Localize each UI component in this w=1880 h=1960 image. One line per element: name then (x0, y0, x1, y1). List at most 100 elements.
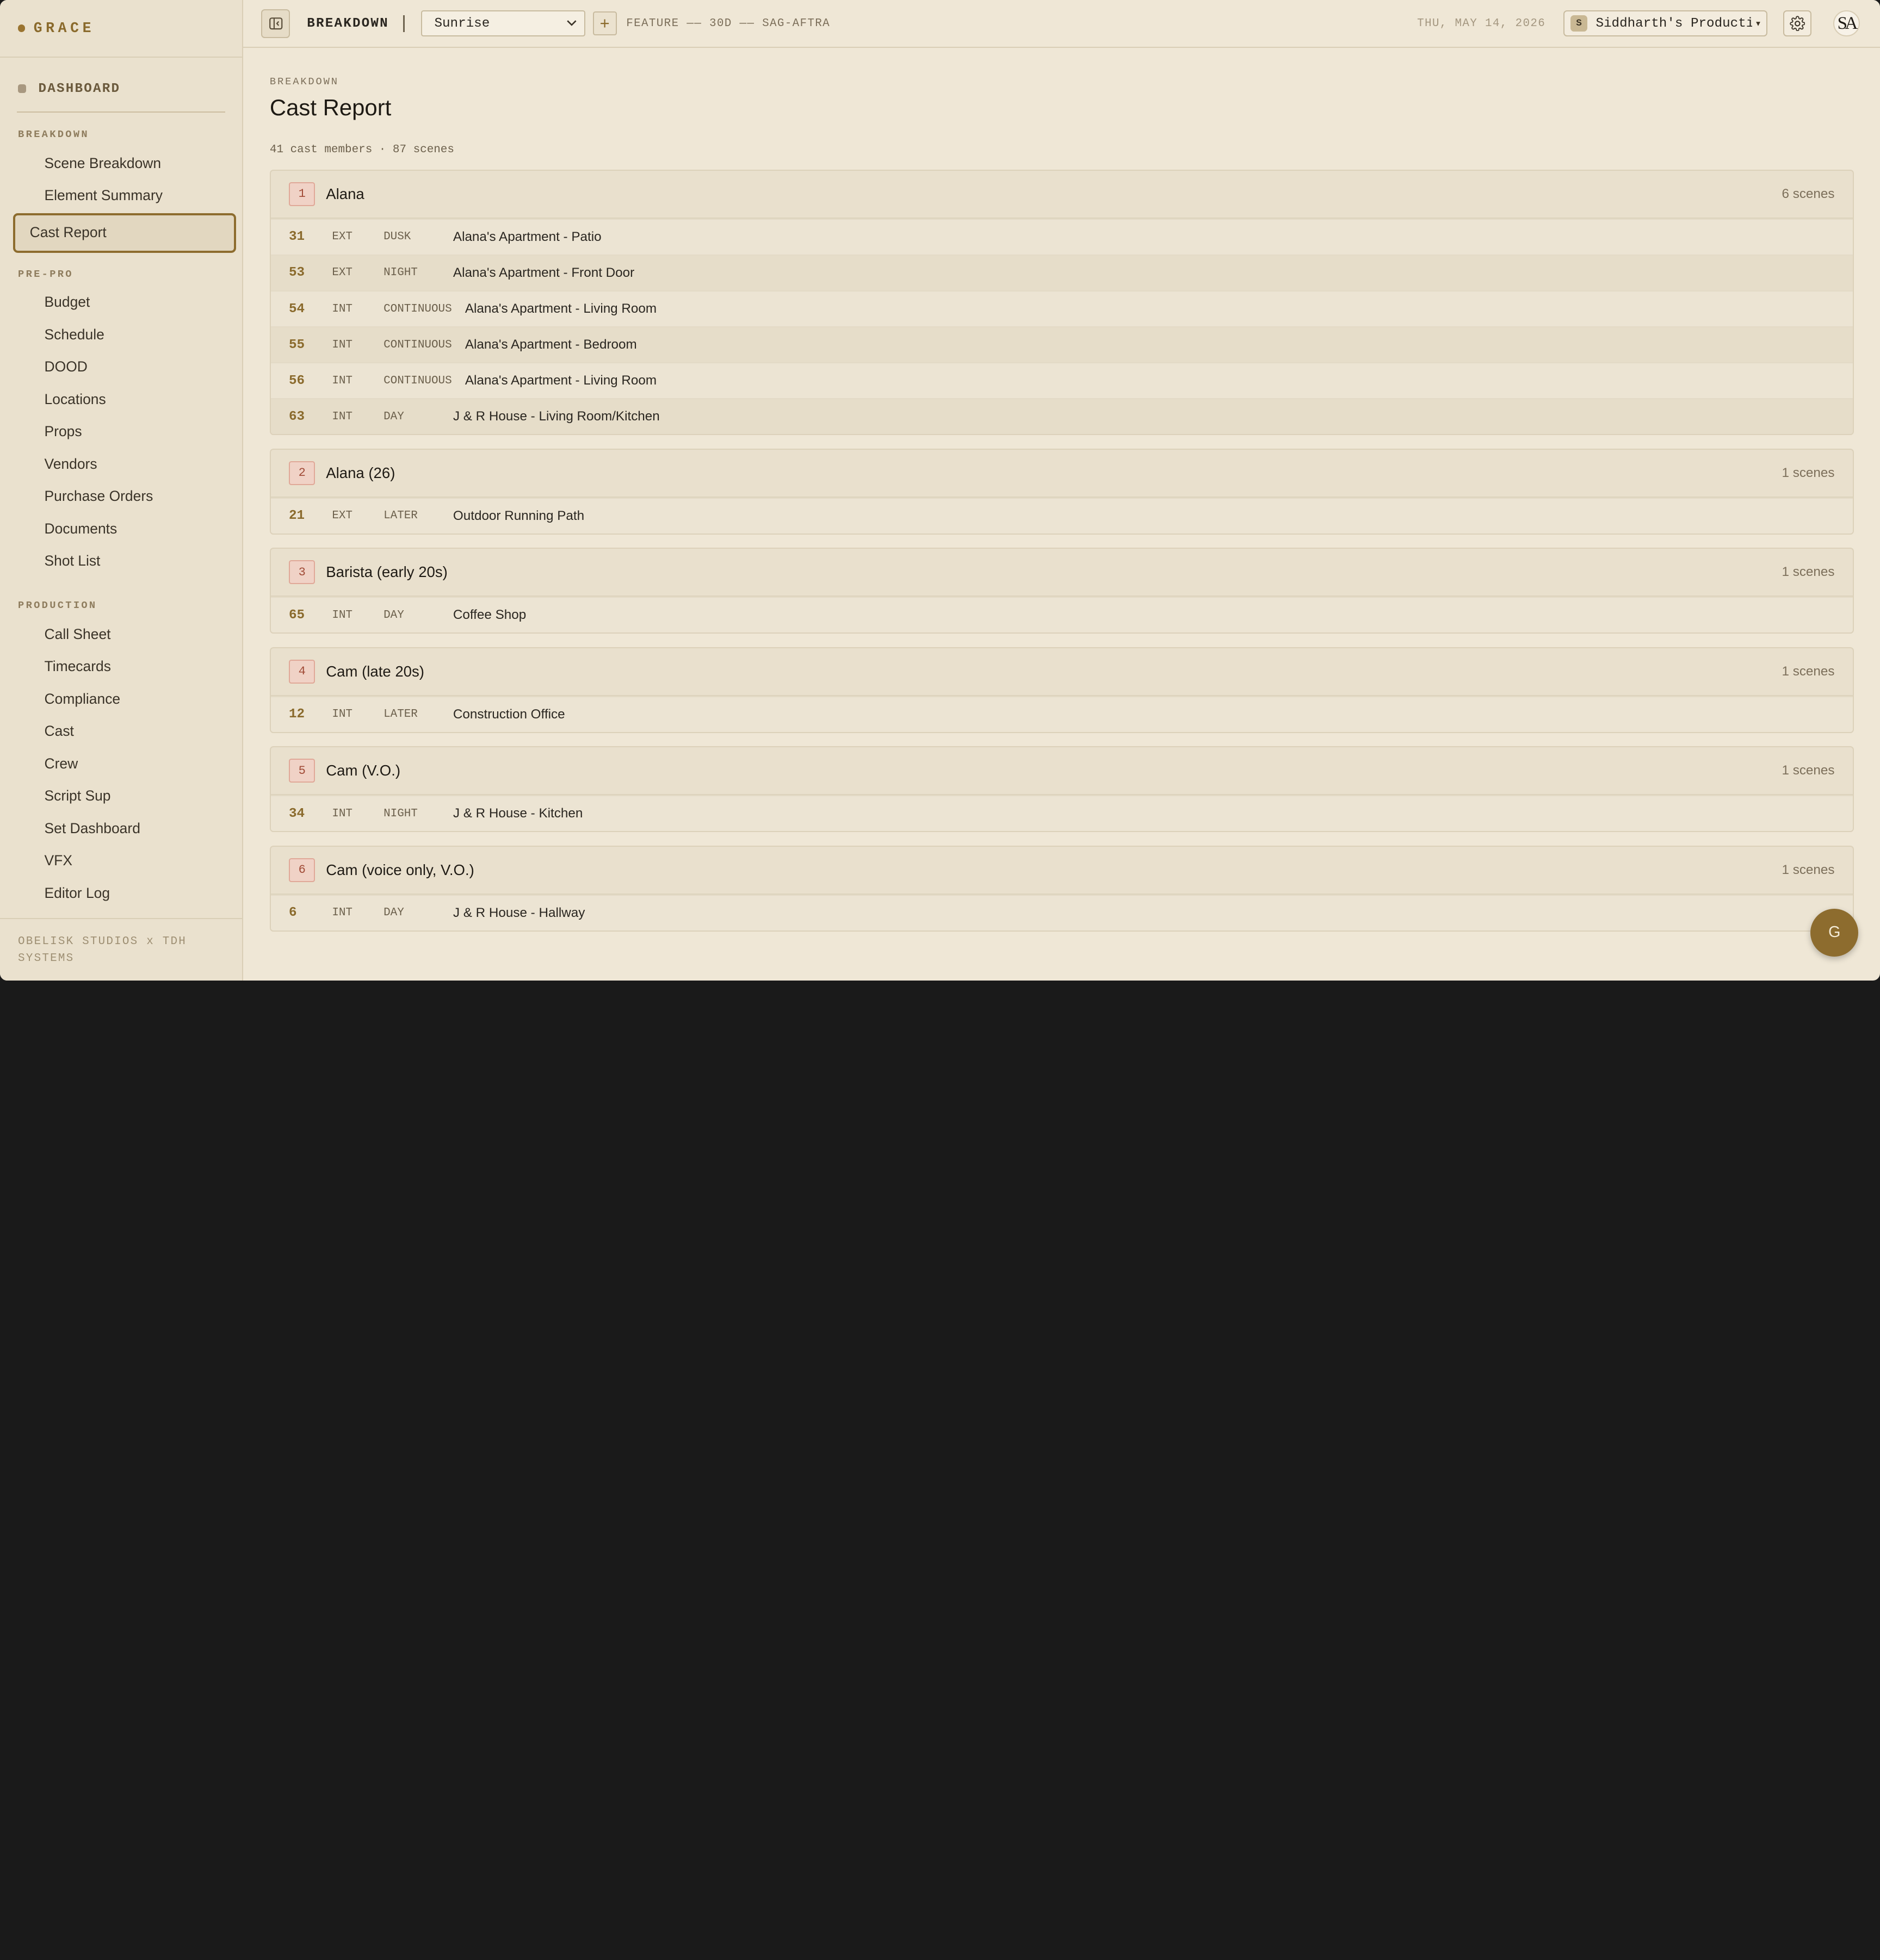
sidebar-item-crew[interactable]: Crew (14, 748, 236, 780)
scene-location: Coffee Shop (453, 607, 527, 623)
title-divider (403, 15, 405, 32)
settings-button[interactable] (1783, 10, 1812, 37)
sidebar-item-script-sup[interactable]: Script Sup (14, 780, 236, 812)
sidebar-item-compliance[interactable]: Compliance (14, 683, 236, 716)
scene-location: Outdoor Running Path (453, 508, 585, 523)
current-date: THU, MAY 14, 2026 (1417, 17, 1546, 30)
scene-count: 1 scenes (1782, 763, 1835, 778)
cast-name: Alana (326, 185, 364, 202)
cast-name: Barista (early 20s) (326, 563, 448, 581)
sidebar-item-call-sheet[interactable]: Call Sheet (14, 618, 236, 651)
sidebar-item-props[interactable]: Props (14, 415, 236, 448)
brand-logo[interactable]: GRACE (0, 0, 243, 58)
sidebar-item-schedule[interactable]: Schedule (14, 319, 236, 351)
add-project-button[interactable]: + (592, 11, 617, 36)
sidebar-section-breakdown: BREAKDOWN Scene Breakdown Element Summar… (0, 128, 242, 253)
scene-location: Alana's Apartment - Living Room (465, 301, 657, 317)
int-ext: EXT (332, 266, 352, 280)
sidebar-item-vendors[interactable]: Vendors (14, 448, 236, 481)
brand-dot-icon (18, 24, 26, 32)
scene-row[interactable]: 56 INT CONTINUOUS Alana's Apartment - Livin… (270, 362, 1853, 399)
app-window: GRACE DASHBOARD BREAKDOWN Scene Breakdow… (0, 0, 1880, 981)
sidebar-item-budget[interactable]: Budget (14, 286, 236, 319)
cast-card-header[interactable]: 4 Cam (late 20s) 1 scenes (270, 648, 1853, 696)
scene-number: 53 (288, 265, 305, 281)
top-bar: BREAKDOWN Sunrise + FEATURE —— 30D —— SA… (243, 0, 1880, 48)
scene-row[interactable]: 55 INT CONTINUOUS Alana's Apartment - Bedro… (270, 326, 1853, 363)
time-of-day: CONTINUOUS (384, 374, 452, 387)
dashboard-label: DASHBOARD (38, 81, 121, 96)
page-section-title: BREAKDOWN (307, 16, 389, 31)
sidebar-item-purchase-orders[interactable]: Purchase Orders (14, 480, 236, 513)
time-of-day: DUSK (384, 231, 411, 244)
int-ext: INT (332, 807, 352, 820)
scene-number: 55 (288, 337, 305, 352)
scene-number: 12 (288, 707, 305, 722)
sidebar-item-cast-report[interactable]: Cast Report (13, 213, 237, 253)
cast-card-header[interactable]: 5 Cam (V.O.) 1 scenes (270, 747, 1853, 796)
time-of-day: CONTINUOUS (384, 338, 452, 351)
scene-row[interactable]: 65 INT DAY Coffee Shop (270, 597, 1853, 633)
sidebar-item-documents[interactable]: Documents (14, 513, 236, 545)
scene-number: 34 (288, 806, 305, 821)
cast-card-header[interactable]: 6 Cam (voice only, V.O.) 1 scenes (270, 847, 1853, 895)
sidebar-item-timecards[interactable]: Timecards (14, 650, 236, 683)
sidebar-toggle-button[interactable] (261, 9, 290, 38)
sidebar-item-set-dashboard[interactable]: Set Dashboard (14, 812, 236, 845)
time-of-day: NIGHT (384, 266, 418, 280)
project-select[interactable]: Sunrise (421, 10, 586, 37)
scene-list: 21 EXT LATER Outdoor Running Path (270, 497, 1853, 534)
dashboard-icon (18, 84, 27, 93)
sidebar-item-element-summary[interactable]: Element Summary (14, 179, 236, 212)
scene-row[interactable]: 53 EXT NIGHT Alana's Apartment - Front Door (270, 254, 1853, 291)
project-select-value: Sunrise (434, 16, 490, 31)
time-of-day: DAY (384, 907, 404, 920)
sidebar-item-scene-breakdown[interactable]: Scene Breakdown (14, 147, 236, 180)
caret-down-icon: ▾ (1756, 18, 1760, 29)
scene-row[interactable]: 63 INT DAY J & R House - Living Room/Kitche… (270, 398, 1853, 435)
report-summary: 41 cast members · 87 scenes (269, 144, 454, 157)
cast-number-badge: 3 (288, 560, 316, 585)
cast-card-header[interactable]: 2 Alana (26) 1 scenes (270, 450, 1853, 498)
scene-number: 65 (288, 607, 305, 623)
sidebar-item-vfx[interactable]: VFX (14, 845, 236, 877)
int-ext: EXT (332, 231, 352, 244)
cast-card: 3 Barista (early 20s) 1 scenes 65 INT DAY Coff… (269, 548, 1854, 634)
int-ext: EXT (332, 510, 352, 523)
time-of-day: LATER (384, 510, 418, 523)
sidebar-item-dood[interactable]: DOOD (14, 351, 236, 383)
scene-row[interactable]: 34 INT NIGHT J & R House - Kitchen (270, 795, 1853, 832)
int-ext: INT (332, 338, 352, 351)
scene-row[interactable]: 54 INT CONTINUOUS Alana's Apartment - Livin… (270, 290, 1853, 327)
scene-row[interactable]: 12 INT LATER Construction Office (270, 696, 1853, 732)
sidebar-item-locations[interactable]: Locations (14, 383, 236, 416)
cast-number-badge: 4 (288, 659, 316, 684)
section-label-prepro: PRE-PRO (18, 268, 73, 281)
scene-list: 6 INT DAY J & R House - Hallway (270, 894, 1853, 931)
cast-card: 6 Cam (voice only, V.O.) 1 scenes 6 INT DAY J … (269, 845, 1854, 932)
assistant-button[interactable]: G (1810, 908, 1859, 957)
sidebar-item-shot-list[interactable]: Shot List (14, 545, 236, 578)
scene-location: Alana's Apartment - Bedroom (465, 337, 637, 352)
cast-card-header[interactable]: 3 Barista (early 20s) 1 scenes (270, 549, 1853, 597)
time-of-day: LATER (384, 708, 418, 721)
cast-name: Cam (V.O.) (326, 762, 401, 779)
scene-row[interactable]: 21 EXT LATER Outdoor Running Path (270, 497, 1853, 534)
org-select[interactable]: S Siddharth's Producti… ▾ (1563, 10, 1767, 37)
user-avatar[interactable]: SA (1833, 10, 1860, 37)
sidebar-section-production: PRODUCTION Call Sheet Timecards Complian… (0, 599, 242, 910)
org-initial-badge: S (1570, 15, 1588, 32)
scene-row[interactable]: 6 INT DAY J & R House - Hallway (270, 894, 1853, 931)
sidebar-item-dashboard[interactable]: DASHBOARD (0, 77, 242, 101)
scene-count: 1 scenes (1782, 465, 1835, 480)
sidebar-item-cast[interactable]: Cast (14, 715, 236, 748)
scene-row[interactable]: 31 EXT DUSK Alana's Apartment - Patio (270, 218, 1853, 255)
cast-card-header[interactable]: 1 Alana 6 scenes (270, 171, 1853, 219)
scene-number: 31 (288, 230, 305, 245)
cast-number-badge: 6 (288, 858, 316, 882)
scene-count: 1 scenes (1782, 862, 1835, 877)
cast-number-badge: 5 (288, 759, 316, 783)
scene-number: 63 (288, 409, 305, 424)
sidebar-item-editor-log[interactable]: Editor Log (14, 877, 236, 910)
cast-name: Cam (late 20s) (326, 662, 424, 680)
